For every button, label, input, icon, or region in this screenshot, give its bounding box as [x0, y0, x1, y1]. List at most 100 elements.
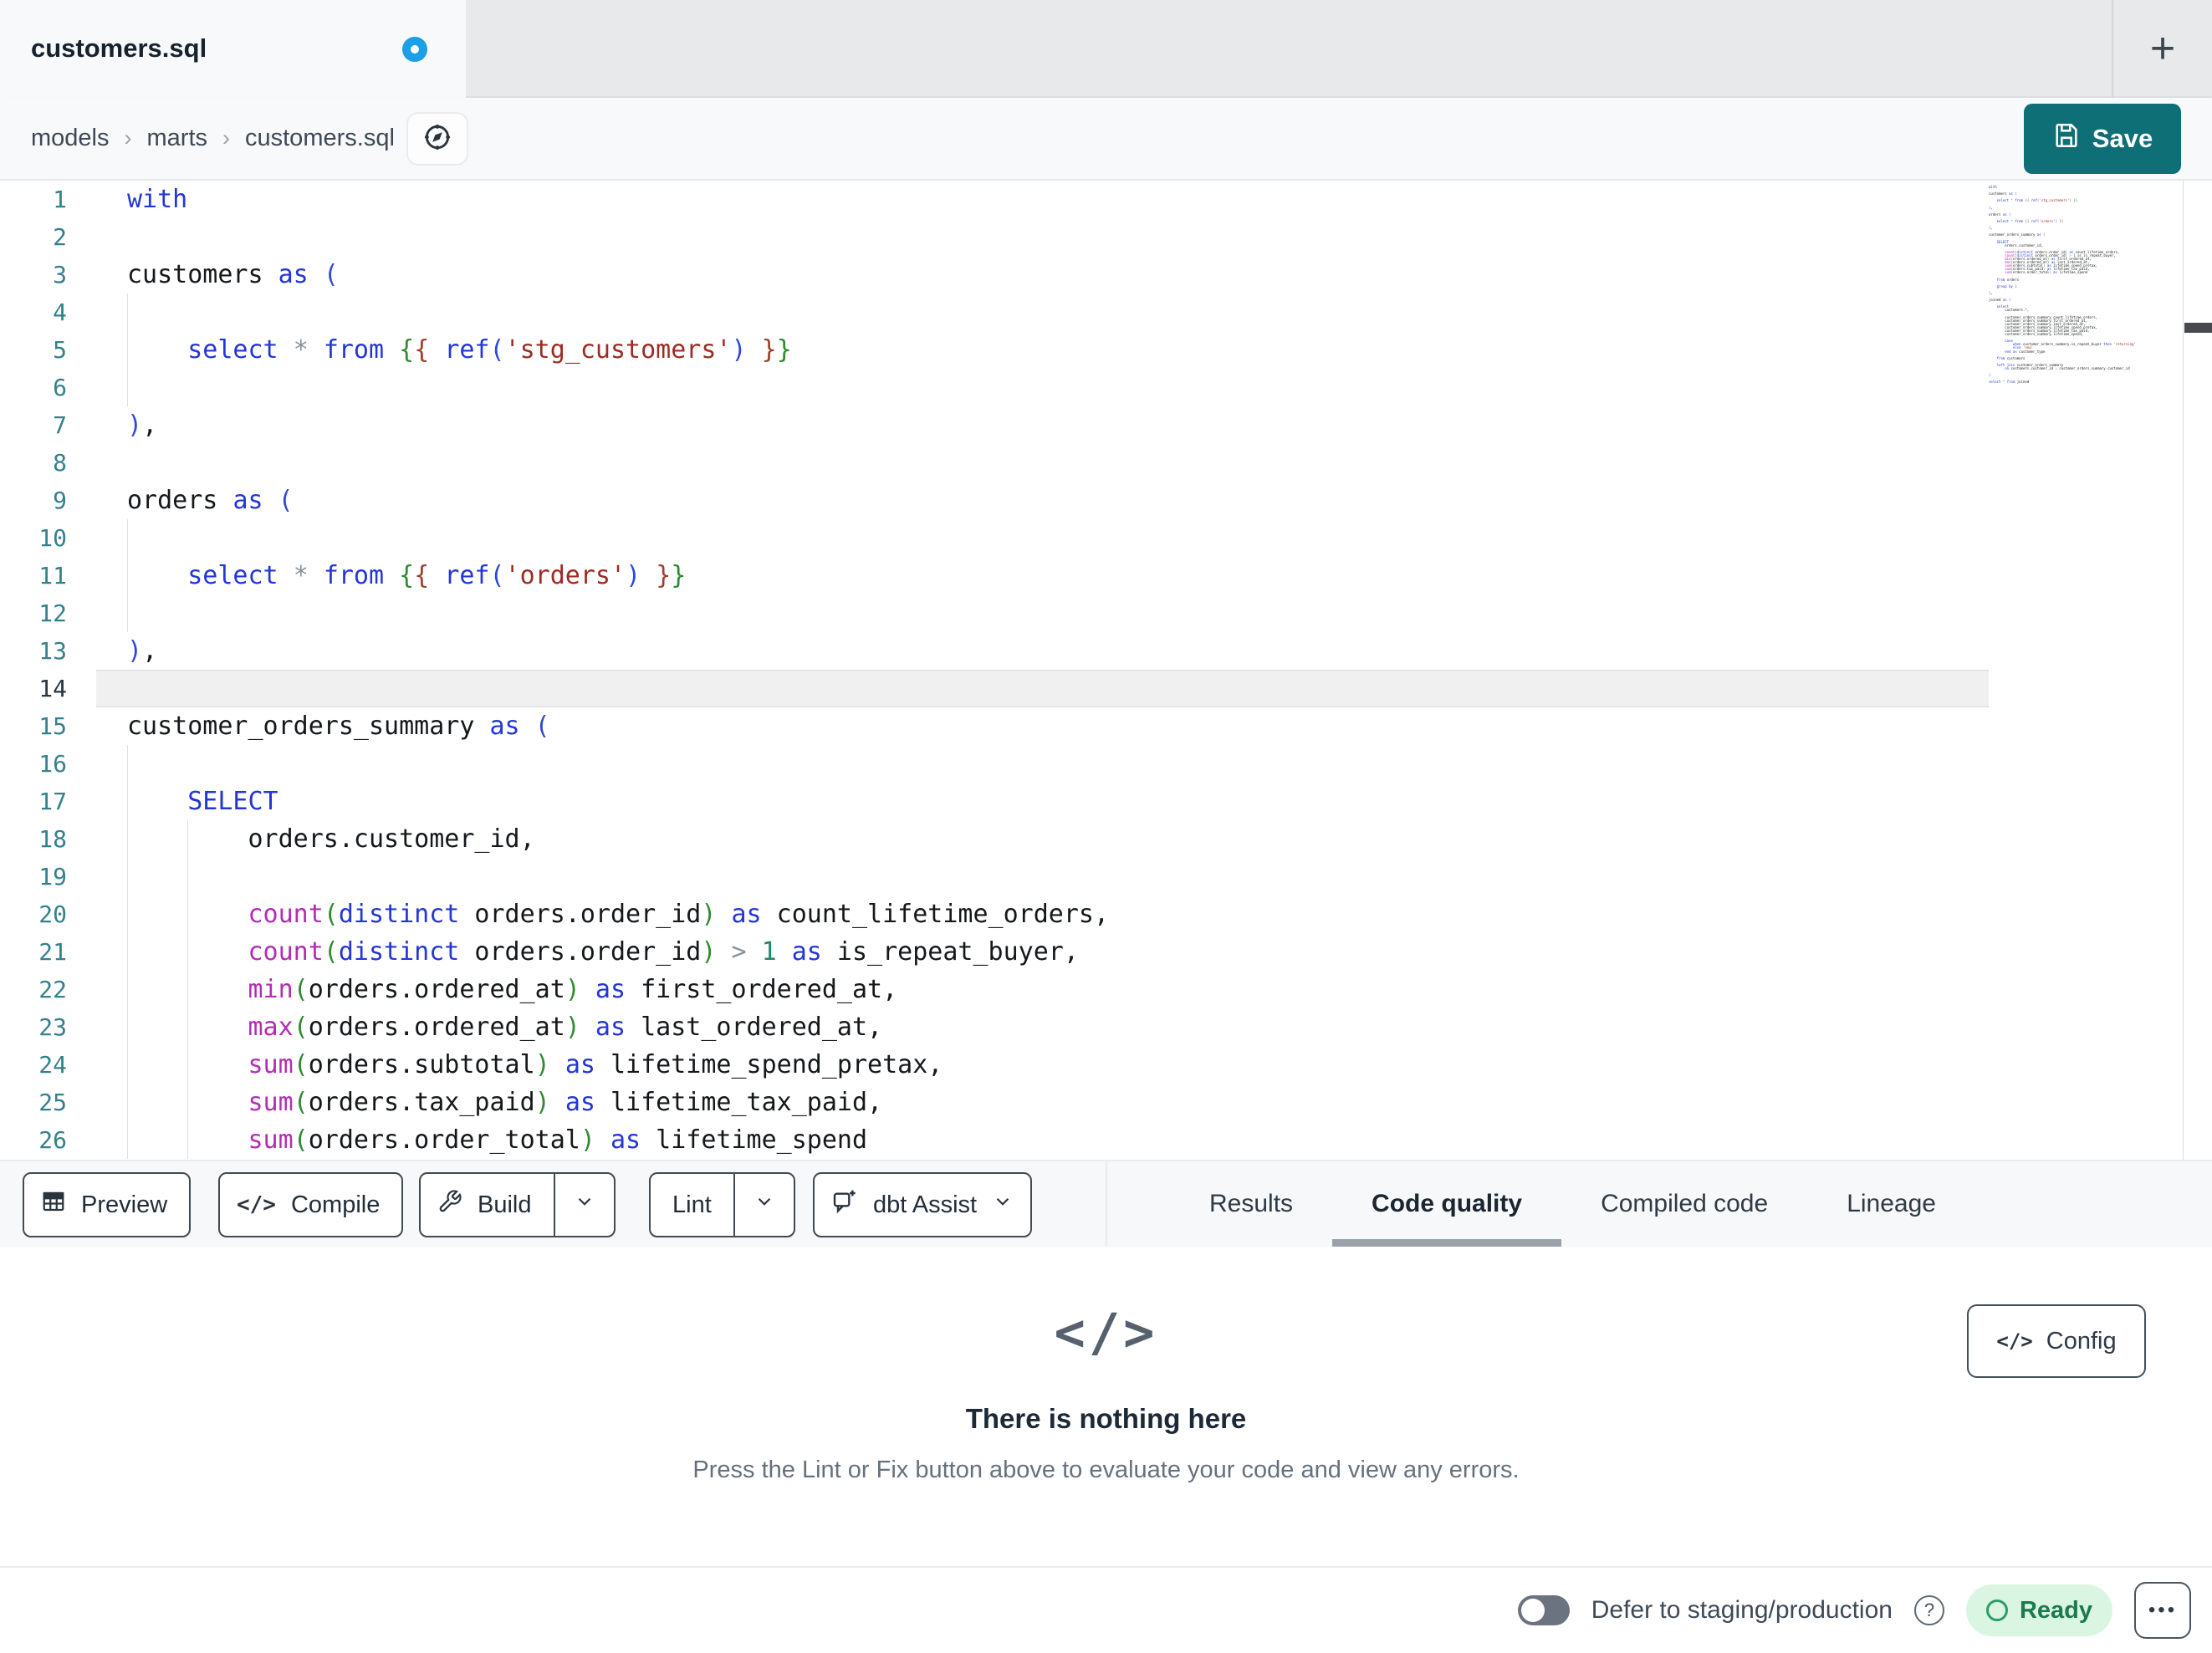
code-line[interactable]: 2 — [0, 218, 1989, 256]
code-line[interactable]: 25 sum(orders.tax_paid) as lifetime_tax_… — [0, 1084, 1989, 1121]
editor-toolbar: Preview </> Compile Build Lint dbt Assis… — [0, 1160, 2212, 1247]
tab-compiled-code-label: Compiled code — [1601, 1190, 1769, 1217]
file-tab-customers-sql[interactable]: customers.sql — [0, 0, 466, 98]
line-number: 4 — [53, 298, 67, 326]
navigate-compass-button[interactable] — [406, 112, 468, 166]
code-line[interactable]: 18 orders.customer_id, — [0, 820, 1989, 858]
compile-button-label: Compile — [290, 1191, 381, 1218]
line-number: 6 — [53, 374, 67, 401]
build-button-label: Build — [478, 1191, 532, 1218]
code-line[interactable]: 14 — [0, 670, 1989, 707]
tab-code-quality[interactable]: Code quality — [1332, 1161, 1562, 1247]
config-button-label: Config — [2046, 1327, 2117, 1355]
line-number: 5 — [53, 336, 67, 364]
tab-lineage-label: Lineage — [1847, 1190, 1936, 1217]
line-number: 23 — [38, 1013, 67, 1041]
new-tab-button[interactable]: + — [2113, 0, 2212, 96]
line-number: 24 — [38, 1051, 67, 1079]
line-number: 9 — [53, 487, 67, 514]
code-line[interactable]: 17 SELECT — [0, 783, 1989, 820]
code-line[interactable]: 12 — [0, 594, 1989, 632]
file-tab-title: customers.sql — [31, 33, 207, 63]
code-line[interactable]: 23 max(orders.ordered_at) as last_ordere… — [0, 1008, 1989, 1046]
code-editor: 1 with 2 3 customers as ( 4 5 select * from {{… — [0, 181, 2212, 1160]
defer-toggle[interactable] — [1517, 1595, 1570, 1625]
code-line[interactable]: 24 sum(orders.subtotal) as lifetime_spen… — [0, 1046, 1989, 1084]
editor-minimap[interactable]: with customers as ( select * from {{ ref… — [1989, 185, 2181, 384]
code-brackets-icon: </> — [1996, 1329, 2033, 1353]
code-line[interactable]: 11 select * from {{ ref('orders') }} — [0, 557, 1989, 594]
breadcrumb-bar: models › marts › customers.sql Save — [0, 98, 2212, 181]
line-number: 13 — [38, 637, 67, 665]
breadcrumb-item-file: customers.sql — [245, 125, 395, 151]
code-line[interactable]: 22 min(orders.ordered_at) as first_order… — [0, 971, 1989, 1008]
save-floppy-icon — [2052, 121, 2081, 156]
code-brackets-icon: </> — [237, 1192, 276, 1217]
code-line[interactable]: 13), — [0, 632, 1989, 670]
config-button[interactable]: </> Config — [1967, 1304, 2146, 1378]
code-line[interactable]: 26 sum(orders.order_total) as lifetime_s… — [0, 1121, 1989, 1159]
status-badge: Ready — [1965, 1584, 2112, 1636]
build-button[interactable]: Build — [421, 1174, 554, 1236]
code-line[interactable]: 9 orders as ( — [0, 482, 1989, 519]
build-dropdown-button[interactable] — [553, 1174, 614, 1236]
line-number: 22 — [38, 976, 67, 1003]
compass-icon — [421, 121, 453, 157]
tab-results-label: Results — [1209, 1190, 1294, 1217]
dbt-ide-window: customers.sql + models › marts › custome… — [0, 0, 2212, 1653]
code-line[interactable]: 6 — [0, 369, 1989, 406]
editor-scrollbar-marker[interactable] — [2184, 323, 2212, 333]
code-line[interactable]: 16 — [0, 745, 1989, 783]
chevron-down-icon — [574, 1191, 595, 1219]
breadcrumb: models › marts › customers.sql — [31, 98, 395, 179]
chevron-down-icon — [992, 1191, 1014, 1219]
defer-label: Defer to staging/production — [1591, 1596, 1893, 1624]
empty-state-title: There is nothing here — [965, 1403, 1247, 1434]
code-line[interactable]: 3 customers as ( — [0, 256, 1989, 293]
line-number: 12 — [38, 599, 67, 627]
line-number: 8 — [53, 449, 67, 477]
tab-results[interactable]: Results — [1170, 1161, 1332, 1247]
compile-button[interactable]: </> Compile — [218, 1172, 404, 1237]
code-line[interactable]: 5 select * from {{ ref('stg_customers') … — [0, 331, 1989, 369]
empty-state-subtitle: Press the Lint or Fix button above to ev… — [692, 1457, 1520, 1483]
breadcrumb-item-models[interactable]: models — [31, 125, 110, 152]
code-line[interactable]: 15 customer_orders_summary as ( — [0, 707, 1989, 745]
breadcrumb-separator-icon: › — [222, 125, 230, 151]
preview-button[interactable]: Preview — [23, 1172, 192, 1237]
ready-label: Ready — [2019, 1596, 2092, 1624]
code-line[interactable]: 4 — [0, 293, 1989, 331]
assist-chat-sparkle-icon — [831, 1188, 858, 1222]
tab-bar-empty-area — [466, 0, 2212, 98]
lint-split-button: Lint — [649, 1172, 795, 1237]
line-number: 1 — [53, 186, 67, 213]
code-line[interactable]: 20 count(distinct orders.order_id) as co… — [0, 895, 1989, 933]
tab-code-quality-label: Code quality — [1372, 1190, 1523, 1217]
code-line[interactable]: 7), — [0, 406, 1989, 444]
tab-lineage[interactable]: Lineage — [1807, 1161, 1975, 1247]
lint-dropdown-button[interactable] — [733, 1174, 794, 1236]
overflow-menu-button[interactable]: ••• — [2134, 1582, 2191, 1639]
editor-scrollbar-track[interactable] — [2183, 181, 2212, 1160]
dbt-assist-button-label: dbt Assist — [873, 1191, 978, 1218]
line-number: 15 — [38, 712, 67, 740]
dbt-assist-button[interactable]: dbt Assist — [813, 1172, 1033, 1237]
editor-code-area[interactable]: 1 with 2 3 customers as ( 4 5 select * from {{… — [0, 181, 1989, 1159]
line-number: 25 — [38, 1089, 67, 1116]
help-icon[interactable]: ? — [1913, 1595, 1944, 1625]
code-line[interactable]: 21 count(distinct orders.order_id) > 1 a… — [0, 933, 1989, 971]
line-number: 2 — [53, 223, 67, 251]
code-line[interactable]: 19 — [0, 858, 1989, 895]
wrench-icon — [437, 1189, 462, 1221]
lint-button[interactable]: Lint — [651, 1174, 733, 1236]
table-grid-icon — [41, 1189, 66, 1221]
unsaved-changes-dot-icon — [402, 37, 427, 62]
empty-state: </> There is nothing here Press the Lint… — [0, 1302, 2212, 1484]
save-button[interactable]: Save — [2024, 104, 2181, 174]
tab-compiled-code[interactable]: Compiled code — [1561, 1161, 1807, 1247]
breadcrumb-item-marts[interactable]: marts — [147, 125, 208, 152]
code-line[interactable]: 10 — [0, 519, 1989, 557]
line-number: 17 — [38, 788, 67, 815]
code-line[interactable]: 8 — [0, 444, 1989, 482]
code-line[interactable]: 1 with — [0, 181, 1989, 218]
